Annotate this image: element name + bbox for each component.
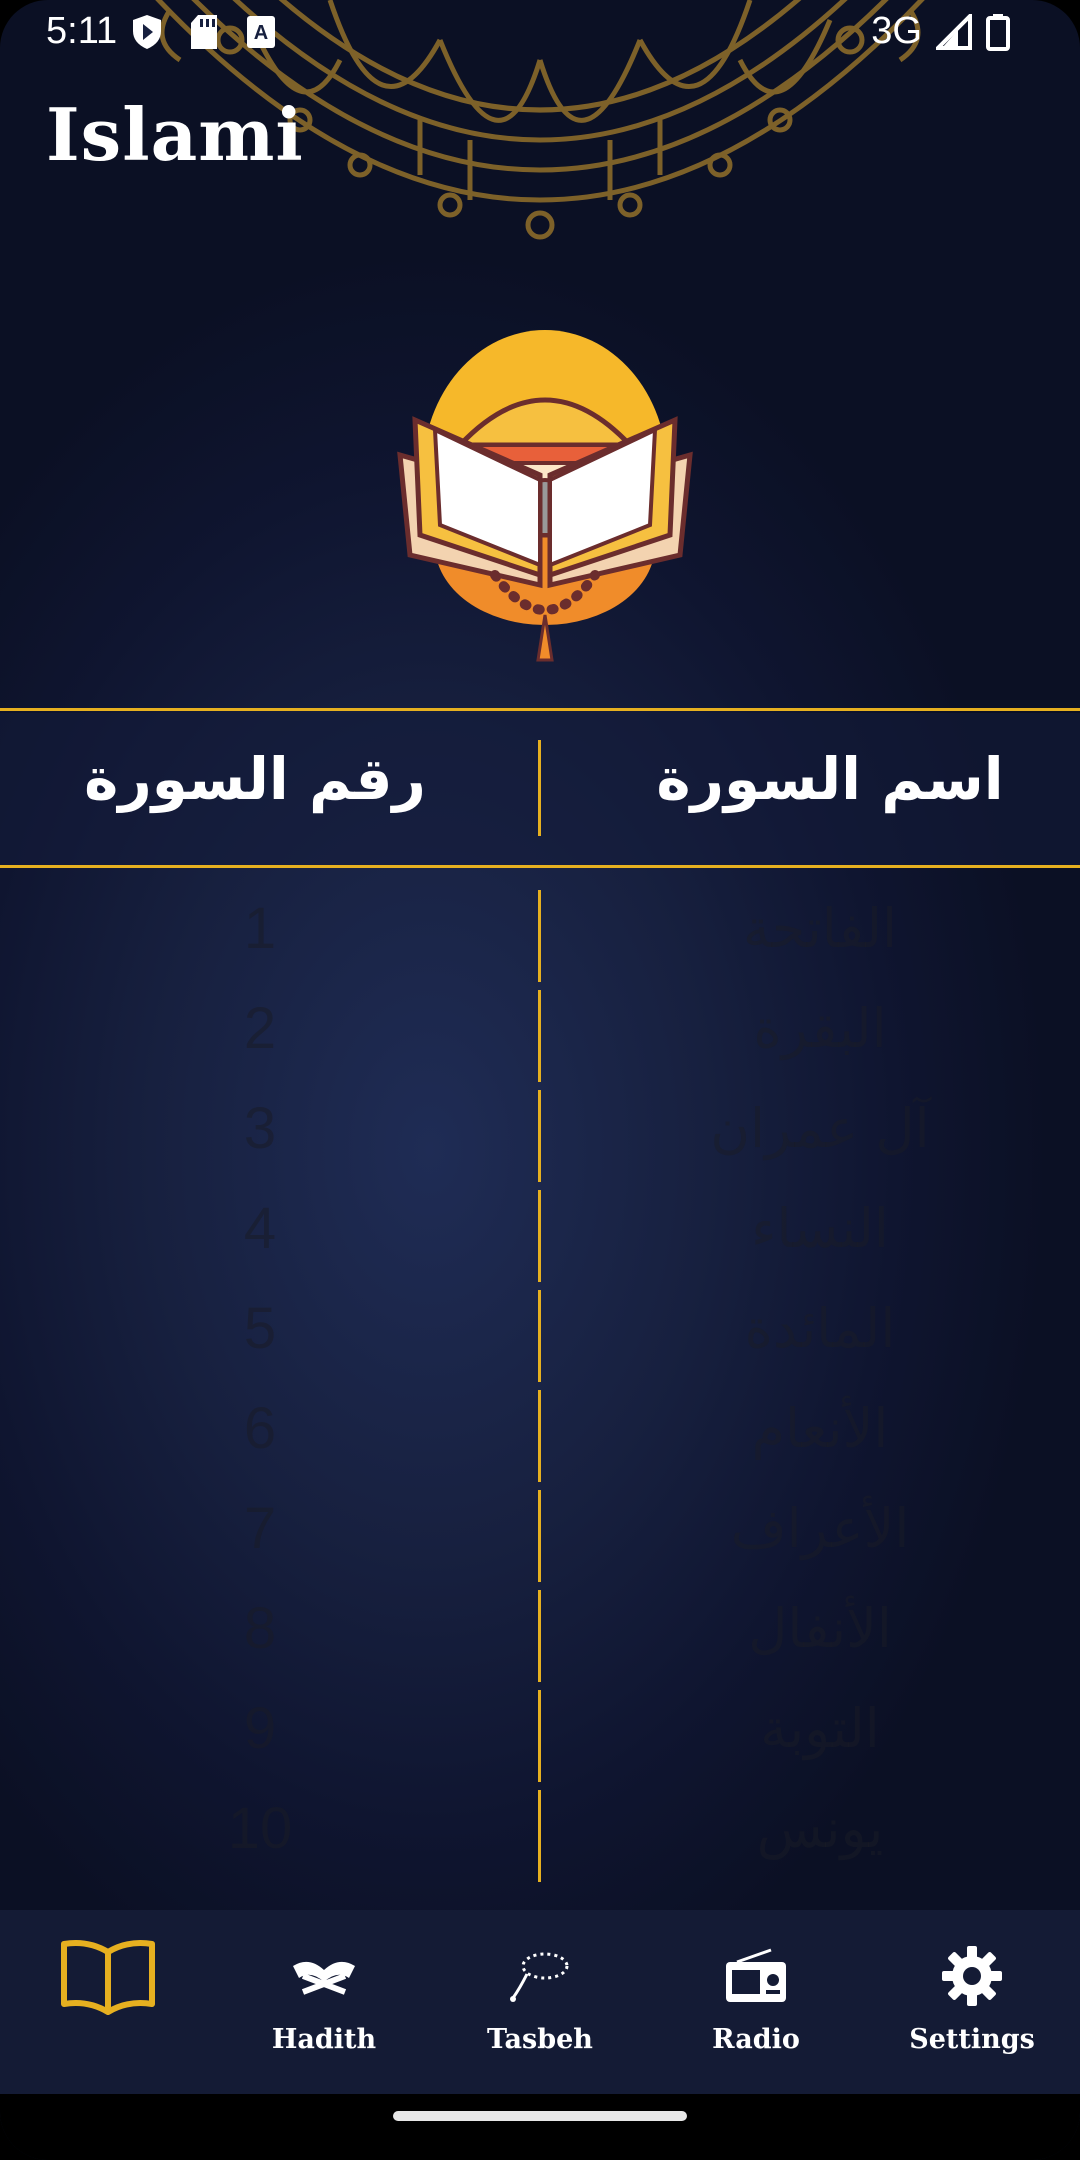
surah-number: 6 <box>243 1396 277 1461</box>
list-item[interactable]: 1 الفاتحة <box>0 885 1080 985</box>
surah-number: 9 <box>243 1696 277 1761</box>
header-surah-number: رقم السورة <box>84 745 426 813</box>
surah-number: 2 <box>243 996 277 1061</box>
home-gesture-handle[interactable] <box>393 2111 687 2121</box>
nav-item-quran[interactable] <box>0 1910 216 2094</box>
list-item[interactable]: 8 الأنفال <box>0 1585 1080 1685</box>
radio-icon <box>726 1948 786 2002</box>
surah-name: المائدة <box>744 1297 896 1360</box>
row-divider <box>538 1290 541 1382</box>
system-status: 3G <box>871 10 1010 53</box>
surah-name: الأنفال <box>748 1597 892 1660</box>
nav-item-hadith[interactable]: Hadith <box>216 1910 432 2094</box>
surah-name: آل عمران <box>710 1097 930 1160</box>
svg-text:A: A <box>254 22 268 44</box>
list-item[interactable]: 3 آل عمران <box>0 1085 1080 1185</box>
row-divider <box>538 990 541 1082</box>
status-bar: 5:11 A 3G <box>0 0 1080 66</box>
header-bottom-border <box>0 865 1080 868</box>
app-title: Islami <box>46 92 304 177</box>
gear-icon <box>942 1946 1002 2006</box>
battery-icon <box>986 13 1010 51</box>
row-divider <box>538 1790 541 1882</box>
screen: 5:11 A 3G Islami اسم السورة رقم السورة 1… <box>0 0 1080 2160</box>
row-divider <box>538 890 541 982</box>
list-item[interactable]: 9 التوبة <box>0 1685 1080 1785</box>
surah-name: الأنعام <box>751 1397 889 1460</box>
list-item[interactable]: 6 الأنعام <box>0 1385 1080 1485</box>
notification-icons: A <box>132 14 276 50</box>
surah-number: 3 <box>243 1096 277 1161</box>
nav-label-tasbeh: Tasbeh <box>487 2024 593 2055</box>
sd-card-icon <box>191 15 217 49</box>
header-divider <box>538 740 541 836</box>
list-item[interactable]: 4 النساء <box>0 1185 1080 1285</box>
surah-number: 10 <box>227 1796 293 1861</box>
nav-label-radio: Radio <box>712 2024 800 2055</box>
surah-number: 4 <box>243 1196 277 1261</box>
nav-label-settings: Settings <box>909 2024 1035 2055</box>
nav-item-tasbeh[interactable]: Tasbeh <box>432 1910 648 2094</box>
row-divider <box>538 1390 541 1482</box>
nav-item-radio[interactable]: Radio <box>648 1910 864 2094</box>
hadith-icon <box>293 1961 355 1995</box>
nav-item-settings[interactable]: Settings <box>864 1910 1080 2094</box>
network-type: 3G <box>871 10 922 52</box>
nav-label-hadith: Hadith <box>271 2024 377 2055</box>
play-protect-icon <box>133 15 161 49</box>
list-item[interactable]: 2 البقرة <box>0 985 1080 1085</box>
row-divider <box>538 1690 541 1782</box>
list-item[interactable]: 7 الأعراف <box>0 1485 1080 1585</box>
surah-number: 5 <box>243 1296 277 1361</box>
quran-mosque-logo-icon <box>397 330 693 662</box>
keyboard-a-icon: A <box>247 16 275 48</box>
surah-name: الفاتحة <box>742 897 898 960</box>
row-divider <box>538 1590 541 1682</box>
header-top-border <box>0 708 1080 711</box>
surah-number: 7 <box>243 1496 277 1561</box>
header-surah-name: اسم السورة <box>656 745 1004 813</box>
gesture-bar-area <box>0 2094 1080 2160</box>
bottom-navigation: Hadith Tasbeh Radio Settings <box>0 1910 1080 2094</box>
row-divider <box>538 1090 541 1182</box>
surah-name: البقرة <box>753 997 887 1060</box>
surah-name: يونس <box>756 1797 884 1860</box>
surah-name: النساء <box>751 1197 889 1260</box>
tasbeh-beads-icon <box>510 1952 569 2002</box>
surah-name: التوبة <box>760 1697 880 1760</box>
signal-icon <box>936 13 972 50</box>
status-time: 5:11 <box>46 10 118 52</box>
surah-name: الأعراف <box>730 1497 910 1560</box>
row-divider <box>538 1190 541 1282</box>
surah-list[interactable]: 1 الفاتحة 2 البقرة 3 آل عمران 4 النساء 5… <box>0 885 1080 1910</box>
row-divider <box>538 1490 541 1582</box>
list-item[interactable]: 5 المائدة <box>0 1285 1080 1385</box>
surah-number: 8 <box>243 1596 277 1661</box>
quran-book-icon <box>61 1940 155 2015</box>
list-item[interactable]: 10 يونس <box>0 1785 1080 1885</box>
surah-number: 1 <box>243 896 277 961</box>
